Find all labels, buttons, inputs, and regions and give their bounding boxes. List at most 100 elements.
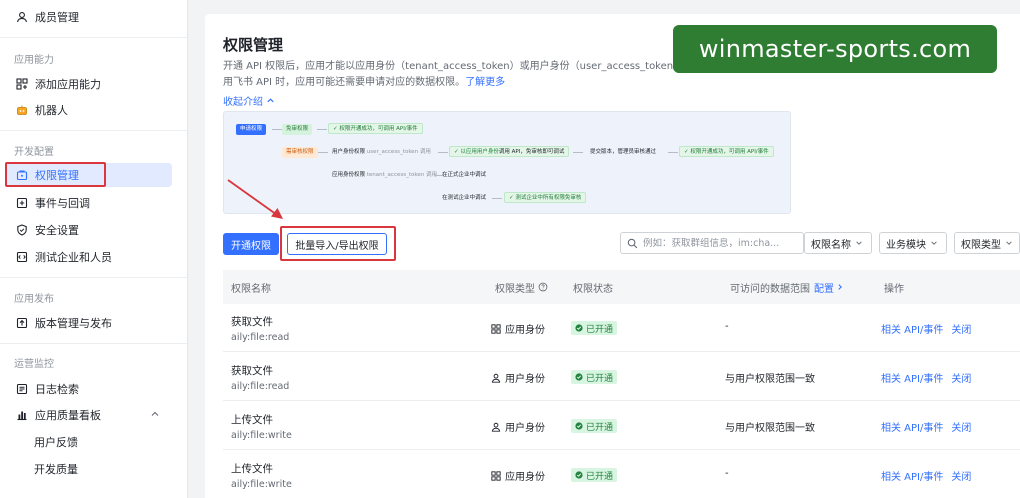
- sidebar-item-label: 安全设置: [35, 224, 79, 237]
- header-permission-type-label: 权限类型: [495, 283, 535, 295]
- flow-review-permission: 需审核权限: [282, 147, 318, 158]
- flow-success: ✓ 权限开通成功，可调用 API/事件: [679, 146, 774, 157]
- sidebar-item-label: 应用质量看板: [35, 409, 101, 422]
- related-api-link[interactable]: 相关 API/事件: [881, 419, 943, 434]
- check-circle-icon: [575, 324, 583, 332]
- chevron-up-icon: [267, 98, 274, 103]
- description-text: 用飞书 API 时，应用可能还需要申请对应的数据权限。: [223, 77, 466, 88]
- status-badge: 已开通: [571, 321, 618, 335]
- sidebar-item-security[interactable]: 安全设置: [6, 218, 172, 242]
- flow-test-result: ✓ 测试企业中所有权限免审核: [504, 192, 587, 203]
- annotation-highlight-box: [280, 226, 396, 261]
- sidebar-group-operations: 运营监控: [14, 359, 54, 370]
- search-icon: [627, 238, 638, 248]
- sidebar-item-add-capability[interactable]: 添加应用能力: [6, 72, 172, 96]
- flow-prod-debug: 在正式企业中调试: [442, 172, 487, 178]
- status-badge: 已开通: [571, 468, 618, 482]
- sidebar-item-test-tenant[interactable]: 测试企业和人员: [6, 245, 172, 269]
- sidebar-item-label: 事件与回调: [35, 197, 90, 210]
- related-api-link[interactable]: 相关 API/事件: [881, 321, 943, 336]
- sidebar-group-release: 应用发布: [14, 294, 54, 305]
- close-permission-link[interactable]: 关闭: [951, 419, 971, 434]
- flow-user-token: user_access_token 调用: [366, 149, 431, 155]
- flow-app-identity-text: 应用身份权限: [332, 172, 366, 178]
- permission-title: 上传文件: [231, 463, 273, 475]
- upload-icon: [16, 317, 28, 329]
- shield-icon: [17, 224, 27, 236]
- search-box[interactable]: [620, 232, 804, 254]
- event-icon: [16, 197, 28, 209]
- data-scope-cell: 与用户权限范围一致: [725, 374, 815, 385]
- status-label: 已开通: [586, 373, 614, 384]
- sidebar-item-label: 版本管理与发布: [35, 317, 112, 330]
- sidebar-divider: [0, 37, 187, 38]
- sidebar-item-events[interactable]: 事件与回调: [6, 191, 172, 215]
- sidebar-group-dev-config: 开发配置: [14, 147, 54, 158]
- status-label: 已开通: [586, 471, 614, 482]
- permission-type-label: 用户身份: [505, 423, 545, 434]
- filter-business-module[interactable]: 业务模块: [879, 232, 947, 254]
- action-cell: 相关 API/事件 关闭: [881, 419, 971, 434]
- grid-icon: [491, 323, 501, 334]
- permission-name-cell: 上传文件 aily:file:write: [231, 461, 292, 490]
- permission-key: aily:file:write: [231, 479, 292, 490]
- sidebar-item-quality-board[interactable]: 应用质量看板: [6, 403, 172, 427]
- collapse-intro-link[interactable]: 收起介绍: [223, 93, 275, 108]
- permission-type-cell: 用户身份: [491, 370, 545, 385]
- sidebar-group-app-capability: 应用能力: [14, 55, 54, 66]
- permission-title: 上传文件: [231, 414, 273, 426]
- permission-name-cell: 获取文件 aily:file:read: [231, 363, 289, 392]
- sidebar-item-label: 成员管理: [35, 11, 79, 24]
- search-input[interactable]: [643, 237, 798, 249]
- table-header: 权限名称 权限类型 权限状态 可访问的数据范围 配置 操作: [223, 270, 1020, 304]
- status-label: 已开通: [586, 324, 614, 335]
- flow-free-result: ✓ 权限开通成功，可调用 API/事件: [328, 123, 423, 134]
- sidebar-item-user-feedback[interactable]: 用户反馈: [6, 430, 172, 454]
- help-icon[interactable]: [538, 282, 548, 292]
- main-panel: 权限管理 开通 API 权限后，应用才能以应用身份（tenant_access_…: [205, 14, 1020, 498]
- sidebar-item-dev-quality[interactable]: 开发质量: [6, 457, 172, 481]
- close-permission-link[interactable]: 关闭: [951, 370, 971, 385]
- sidebar-item-versions[interactable]: 版本管理与发布: [6, 311, 172, 335]
- close-permission-link[interactable]: 关闭: [951, 468, 971, 483]
- flow-arrow: [272, 129, 282, 130]
- related-api-link[interactable]: 相关 API/事件: [881, 468, 943, 483]
- annotation-arrow-icon: [227, 179, 283, 219]
- data-scope-cell: 与用户权限范围一致: [725, 423, 815, 434]
- user-icon: [16, 12, 28, 23]
- filter-label: 权限名称: [811, 239, 851, 251]
- flow-arrow: [318, 152, 328, 153]
- sidebar-item-bot[interactable]: 机器人: [6, 98, 172, 122]
- flow-apply-permission: 申请权限: [236, 124, 267, 135]
- table-row: 上传文件 aily:file:write 用户身份 已开通 与用户权限范围一致 …: [223, 402, 1020, 450]
- sidebar-divider: [0, 277, 187, 278]
- flow-user-scope-text: 以应用用户身份: [460, 149, 499, 155]
- description-line: 用飞书 API 时，应用可能还需要申请对应的数据权限。了解更多: [223, 75, 768, 91]
- configure-scope-link[interactable]: 配置: [814, 280, 844, 295]
- chevron-right-icon: [838, 284, 842, 290]
- watermark-banner: winmaster-sports.com: [673, 25, 997, 73]
- enable-permission-button[interactable]: 开通权限: [223, 233, 279, 255]
- header-data-scope-label: 可访问的数据范围: [730, 283, 810, 295]
- chart-icon: [17, 411, 27, 421]
- permission-type-cell: 应用身份: [491, 468, 545, 483]
- permission-key: aily:file:read: [231, 332, 290, 343]
- filter-permission-type[interactable]: 权限类型: [954, 232, 1020, 254]
- header-permission-status: 权限状态: [573, 283, 613, 295]
- sidebar-item-members[interactable]: 成员管理: [6, 5, 172, 29]
- flow-tenant-token: tenant_access_token 调用: [366, 172, 437, 178]
- table-row: 上传文件 aily:file:write 应用身份 已开通 - 相关 API/事…: [223, 451, 1020, 498]
- table-row: 获取文件 aily:file:read 应用身份 已开通 - 相关 API/事件…: [223, 304, 1020, 352]
- chevron-up-icon[interactable]: [150, 409, 160, 419]
- data-scope-cell: -: [725, 468, 729, 479]
- permission-type-cell: 应用身份: [491, 321, 545, 336]
- robot-icon: [17, 105, 27, 115]
- sidebar-item-logs[interactable]: 日志检索: [6, 377, 172, 401]
- learn-more-link[interactable]: 了解更多: [465, 77, 505, 88]
- related-api-link[interactable]: 相关 API/事件: [881, 370, 943, 385]
- flow-user-call-text: 调用 API，免审核即可调试: [498, 149, 565, 155]
- filter-permission-name[interactable]: 权限名称: [804, 232, 872, 254]
- close-permission-link[interactable]: 关闭: [951, 321, 971, 336]
- sidebar-item-label: 机器人: [35, 104, 68, 117]
- flow-test-result-text: 测试企业中所有权限免审核: [515, 195, 582, 201]
